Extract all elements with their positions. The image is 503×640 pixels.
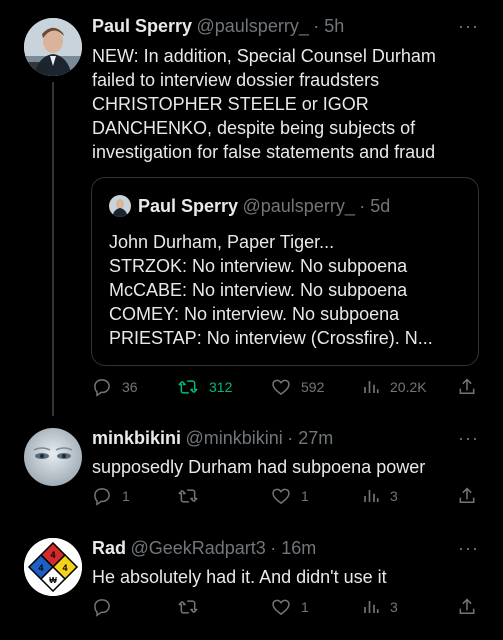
quoted-author-handle: @paulsperry_ (242, 196, 355, 216)
avatar-rad[interactable]: 4 4 4 ₩ (24, 538, 82, 596)
tweet-text: He absolutely had it. And didn't use it (92, 567, 387, 587)
author-handle[interactable]: @minkbikini (185, 428, 282, 448)
like-button[interactable]: 1 (271, 486, 309, 506)
share-button[interactable] (457, 377, 477, 397)
author-name[interactable]: minkbikini (92, 428, 181, 448)
reply-button[interactable]: 1 (92, 486, 130, 506)
hazard-digit-top: 4 (50, 550, 55, 560)
views-icon (364, 490, 379, 502)
heart-icon (272, 379, 290, 396)
retweet-button[interactable]: 312 (177, 377, 232, 397)
like-button[interactable]: 1 (271, 597, 309, 617)
views-count: 3 (390, 599, 398, 615)
retweet-icon (178, 489, 198, 503)
reply-button[interactable]: 36 (92, 377, 138, 397)
like-count: 1 (301, 488, 309, 504)
tweet-timestamp[interactable]: · 5h (313, 16, 344, 36)
reply-icon (94, 488, 110, 506)
author-handle[interactable]: @GeekRadpart3 (130, 538, 265, 558)
share-icon (459, 487, 475, 503)
like-count: 1 (301, 599, 309, 615)
quoted-timestamp: · 5d (359, 196, 391, 216)
reply-icon (94, 599, 110, 617)
more-options-icon[interactable]: ··· (458, 16, 479, 37)
retweet-icon (178, 600, 198, 614)
quoted-tweet[interactable]: Paul Sperry @paulsperry_ · 5d John Durha… (91, 177, 479, 366)
views-button[interactable]: 3 (362, 486, 398, 506)
share-button[interactable] (457, 597, 477, 617)
reply-icon (94, 379, 110, 397)
quoted-line: John Durham, Paper Tiger... (109, 232, 335, 252)
views-button[interactable]: 3 (362, 597, 398, 617)
retweet-icon (178, 380, 198, 394)
tweet-timestamp[interactable]: · 27m (287, 428, 333, 448)
quoted-line: McCABE: No interview. No subpoena (109, 280, 408, 300)
reply-button[interactable] (92, 597, 122, 617)
avatar-paul-sperry[interactable] (24, 18, 82, 76)
views-icon (364, 381, 379, 393)
reply-count: 36 (122, 379, 138, 395)
like-count: 592 (301, 379, 325, 395)
tweet-timestamp[interactable]: · 16m (270, 538, 316, 558)
more-options-icon[interactable]: ··· (458, 538, 479, 559)
heart-icon (272, 599, 290, 616)
avatar-minkbikini[interactable] (24, 428, 82, 486)
retweet-count: 312 (209, 379, 233, 395)
quoted-avatar[interactable] (109, 195, 131, 217)
retweet-button[interactable] (177, 486, 209, 506)
share-icon (459, 598, 475, 614)
more-options-icon[interactable]: ··· (458, 428, 479, 449)
quoted-line: STRZOK: No interview. No subpoena (109, 256, 408, 276)
author-name[interactable]: Rad (92, 538, 126, 558)
heart-icon (272, 488, 290, 505)
quoted-line: PRIESTAP: No interview (Crossfire). N... (109, 328, 433, 348)
hazard-digit-right: 4 (62, 563, 67, 573)
tweet-text: supposedly Durham had subpoena power (92, 457, 426, 477)
like-button[interactable]: 592 (271, 377, 324, 397)
tweet-text: NEW: In addition, Special Counsel Durham… (92, 46, 436, 162)
hazard-digit-left: 4 (38, 563, 43, 573)
share-icon (459, 378, 475, 394)
share-button[interactable] (457, 486, 477, 506)
reply-count: 1 (122, 488, 130, 504)
hazard-symbol: ₩ (49, 576, 57, 585)
quoted-author-name: Paul Sperry (138, 196, 239, 216)
retweet-button[interactable] (177, 597, 209, 617)
thread-connector-line (52, 82, 54, 416)
views-button[interactable]: 20.2K (362, 377, 427, 397)
author-handle[interactable]: @paulsperry_ (197, 16, 309, 36)
author-name[interactable]: Paul Sperry (92, 16, 192, 36)
views-count: 3 (390, 488, 398, 504)
quoted-line: COMEY: No interview. No subpoena (109, 304, 400, 324)
views-count: 20.2K (390, 379, 427, 395)
views-icon (364, 601, 379, 613)
